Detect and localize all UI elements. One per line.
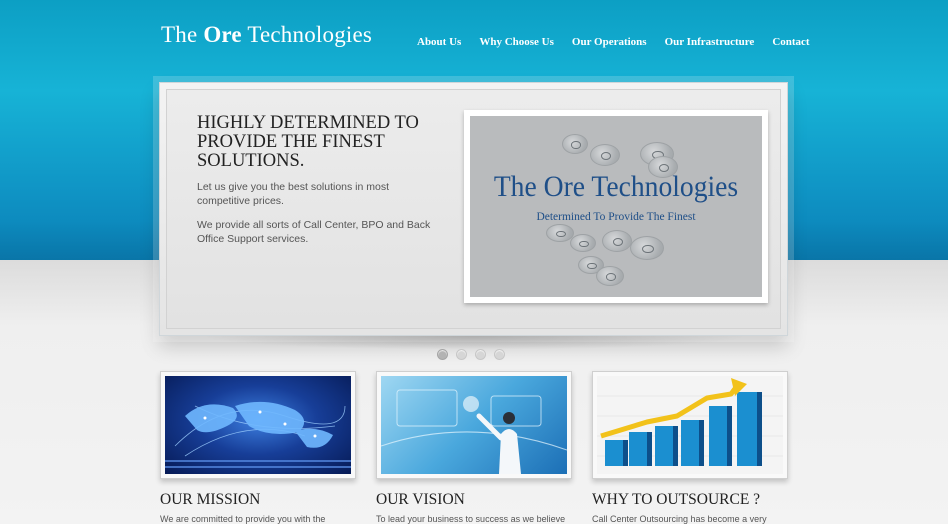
bubble-icon xyxy=(630,236,664,260)
site-logo[interactable]: The Ore Technologies xyxy=(161,22,372,48)
bubble-icon xyxy=(602,230,632,252)
vision-text: To lead your business to success as we b… xyxy=(376,514,566,524)
touchscreen-icon xyxy=(381,389,567,474)
mission-title: OUR MISSION xyxy=(160,491,261,508)
slide-image[interactable]: The Ore Technologies Determined To Provi… xyxy=(464,110,768,303)
vision-title: OUR VISION xyxy=(376,491,465,508)
slide-heading: HIGHLY DETERMINED TO PROVIDE THE FINEST … xyxy=(197,113,419,171)
bubble-icon xyxy=(590,144,620,166)
slide-paragraph-1: Let us give you the best solutions in mo… xyxy=(197,181,390,207)
outsource-text: Call Center Outsourcing has become a ver… xyxy=(592,514,767,524)
logo-prefix: The xyxy=(161,22,204,47)
vision-thumbnail[interactable] xyxy=(376,371,572,479)
nav-contact[interactable]: Contact xyxy=(772,36,809,48)
slider-dot-2[interactable] xyxy=(456,349,467,360)
mission-text: We are committed to provide you with the xyxy=(160,514,326,524)
logo-bold: Ore xyxy=(203,22,242,47)
hero-slider: HIGHLY DETERMINED TO PROVIDE THE FINEST … xyxy=(159,82,788,336)
company-logo-image: The Ore Technologies Determined To Provi… xyxy=(470,116,762,297)
slide-paragraph-2: We provide all sorts of Call Center, BPO… xyxy=(197,219,431,245)
nav-about-us[interactable]: About Us xyxy=(417,36,461,48)
outsource-title: WHY TO OUTSOURCE ? xyxy=(592,491,761,508)
bubble-icon xyxy=(570,234,596,252)
slider-dot-4[interactable] xyxy=(494,349,505,360)
slider-pagination xyxy=(437,349,505,360)
bubble-icon xyxy=(596,266,624,286)
outsource-thumbnail[interactable] xyxy=(592,371,788,479)
nav-our-operations[interactable]: Our Operations xyxy=(572,36,647,48)
bar-chart-icon xyxy=(597,378,783,466)
touchscreen-person-image xyxy=(381,376,567,474)
image-subtitle: Determined To Provide The Finest xyxy=(536,211,696,223)
slider-dot-1[interactable] xyxy=(437,349,448,360)
logo-suffix: Technologies xyxy=(241,22,373,47)
bubble-icon xyxy=(562,134,588,154)
image-title: The Ore Technologies xyxy=(493,170,739,203)
nav-our-infrastructure[interactable]: Our Infrastructure xyxy=(665,36,755,48)
slider-dot-3[interactable] xyxy=(475,349,486,360)
world-map-icon xyxy=(165,401,351,468)
mission-thumbnail[interactable] xyxy=(160,371,356,479)
world-network-image xyxy=(165,376,351,474)
nav-why-choose-us[interactable]: Why Choose Us xyxy=(479,36,554,48)
slider-shadow xyxy=(200,336,748,350)
main-nav: About Us Why Choose Us Our Operations Ou… xyxy=(417,36,810,48)
growth-chart-image xyxy=(597,376,783,474)
slide: HIGHLY DETERMINED TO PROVIDE THE FINEST … xyxy=(166,89,781,329)
